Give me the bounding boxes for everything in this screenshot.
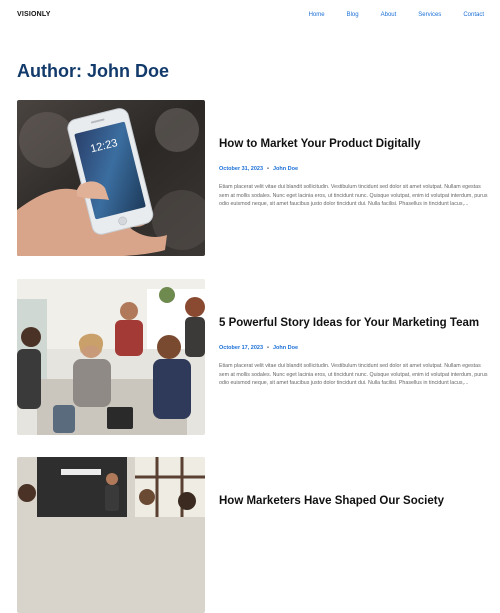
nav-services[interactable]: Services	[418, 12, 441, 18]
post-author[interactable]: John Doe	[273, 166, 298, 172]
post-thumbnail-meeting[interactable]	[17, 279, 205, 435]
phone-in-hand-photo: 12:23	[17, 100, 205, 256]
meta-separator: •	[267, 166, 269, 172]
nav-blog[interactable]: Blog	[347, 12, 359, 18]
post-excerpt: Etiam placerat velit vitae dui blandit s…	[219, 363, 488, 387]
post-title[interactable]: 5 Powerful Story Ideas for Your Marketin…	[219, 317, 489, 329]
post-excerpt: Etiam placerat velit vitae dui blandit s…	[219, 184, 488, 208]
post-meta: October 17, 2023 • John Doe	[219, 345, 298, 351]
site-header: VISIONLY Home Blog About Services Contac…	[0, 0, 500, 32]
post-thumbnail-phone[interactable]: 12:23	[17, 100, 205, 256]
presentation-photo	[17, 457, 205, 613]
post-title[interactable]: How Marketers Have Shaped Our Society	[219, 495, 489, 507]
post-title[interactable]: How to Market Your Product Digitally	[219, 138, 489, 150]
meta-separator: •	[267, 345, 269, 351]
post-author[interactable]: John Doe	[273, 345, 298, 351]
page-title: Author: John Doe	[17, 61, 169, 81]
post-date[interactable]: October 31, 2023	[219, 166, 263, 172]
post-card: 12:23 How to Market Your Product Digital…	[17, 100, 489, 260]
post-meta: October 31, 2023 • John Doe	[219, 166, 298, 172]
post-card: How Marketers Have Shaped Our Society	[17, 457, 489, 613]
nav-contact[interactable]: Contact	[463, 12, 484, 18]
site-logo[interactable]: VISIONLY	[17, 11, 51, 18]
post-date[interactable]: October 17, 2023	[219, 345, 263, 351]
post-thumbnail-presentation[interactable]	[17, 457, 205, 613]
nav-about[interactable]: About	[381, 12, 397, 18]
nav-home[interactable]: Home	[309, 12, 325, 18]
team-meeting-photo	[17, 279, 205, 435]
main-nav: Home Blog About Services Contact	[287, 12, 484, 18]
post-card: 5 Powerful Story Ideas for Your Marketin…	[17, 279, 489, 439]
